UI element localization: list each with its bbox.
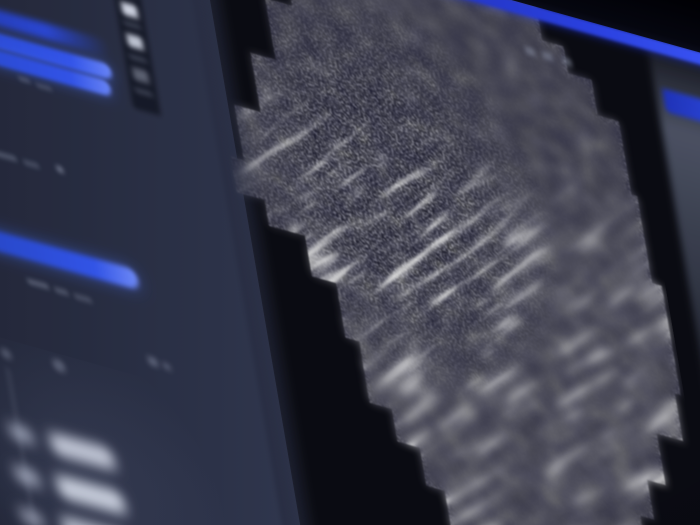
tool-icon-middle[interactable]: [126, 33, 144, 50]
application-screen: [0, 0, 700, 525]
toolbar-caption: [135, 88, 153, 96]
monitor-photo: [0, 0, 700, 525]
tool-icon-bottom[interactable]: [132, 67, 150, 84]
tool-icon-top[interactable]: [121, 2, 139, 19]
toolbar-caption: [123, 21, 141, 29]
toolbar-caption: [129, 55, 147, 63]
